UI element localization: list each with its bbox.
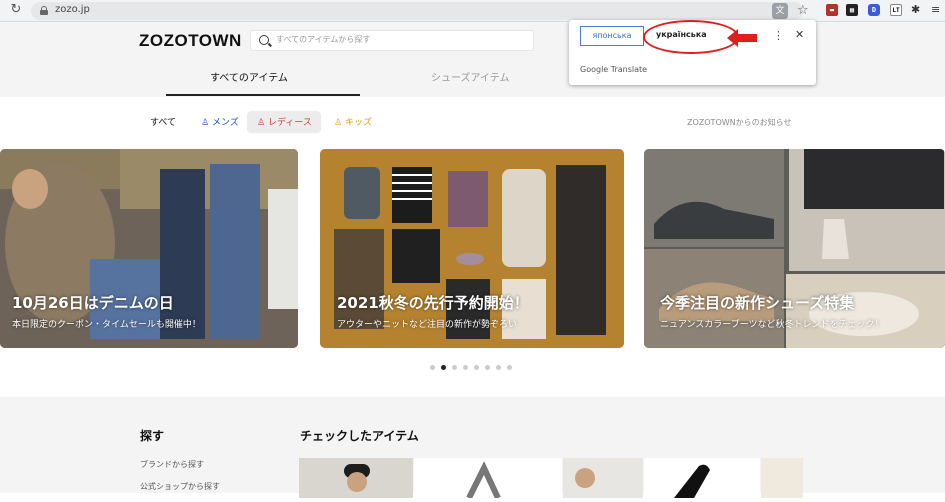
kids-icon: ♙ bbox=[334, 118, 345, 128]
carousel-dot[interactable] bbox=[463, 365, 468, 370]
active-tab-underline bbox=[166, 94, 360, 96]
category-men[interactable]: ♙ メンズ bbox=[201, 115, 239, 128]
banner-preorder[interactable]: 2021秋冬の先行予約開始！ アウターやニットなど注目の新作が勢ぞろい bbox=[320, 149, 624, 348]
lock-icon[interactable] bbox=[40, 6, 48, 15]
annotation-ellipse bbox=[643, 20, 739, 54]
source-language-button[interactable]: японська bbox=[580, 26, 644, 46]
translate-icon[interactable]: 文 bbox=[772, 3, 788, 19]
checked-item-thumb[interactable] bbox=[414, 458, 562, 500]
kebab-icon[interactable]: ⋮ bbox=[773, 29, 784, 42]
category-all[interactable]: すべて bbox=[150, 115, 176, 128]
d-extension-icon[interactable]: D bbox=[868, 4, 880, 16]
url-text[interactable]: zozo.jp bbox=[55, 4, 90, 15]
item-photo bbox=[674, 464, 710, 498]
box-extension-icon[interactable]: ▦ bbox=[846, 4, 858, 16]
address-bar[interactable]: zozo.jp 文 ☆ bbox=[31, 2, 809, 20]
checked-item-thumb[interactable] bbox=[644, 458, 760, 498]
carousel-dot[interactable] bbox=[452, 365, 457, 370]
tab-all-items[interactable]: すべてのアイテム bbox=[210, 69, 288, 84]
find-heading: 探す bbox=[140, 429, 165, 443]
official-shop-link[interactable]: 公式ショップから探す bbox=[140, 481, 220, 492]
item-photo bbox=[575, 468, 595, 488]
banner-denim-day[interactable]: 10月26日はデニムの日 本日限定のクーポン・タイムセールも開催中！ bbox=[0, 149, 298, 348]
category-kids-label: キッズ bbox=[344, 118, 372, 128]
banner-subtitle: ニュアンスカラーブーツなど秋冬トレンドをチェック！ bbox=[660, 320, 884, 330]
brand-search-link[interactable]: ブランドから探す bbox=[140, 459, 204, 470]
banner-title: 今季注目の新作シューズ特集 bbox=[660, 294, 855, 312]
browser-toolbar: ↻ zozo.jp 文 ☆ ▬ ▦ D LT ✱ ≡ bbox=[0, 0, 945, 22]
banner-subtitle: 本日限定のクーポン・タイムセールも開催中！ bbox=[12, 320, 201, 330]
category-women[interactable]: ♙ レディース bbox=[247, 111, 321, 133]
search-icon bbox=[259, 35, 269, 45]
carousel-dot[interactable] bbox=[474, 365, 479, 370]
notice-link[interactable]: ZOZOTOWNからのお知らせ bbox=[687, 117, 791, 128]
women-icon: ♙ bbox=[257, 118, 268, 128]
checked-item-thumb[interactable] bbox=[761, 458, 803, 498]
checked-item-thumb[interactable] bbox=[299, 458, 413, 498]
category-women-label: レディース bbox=[267, 118, 312, 128]
close-icon[interactable]: ✕ bbox=[795, 28, 804, 41]
queue-icon[interactable]: ≡ bbox=[931, 3, 940, 16]
star-icon[interactable]: ☆ bbox=[797, 3, 809, 19]
carousel-dot-active[interactable] bbox=[441, 365, 446, 370]
banner-subtitle: アウターやニットなど注目の新作が勢ぞろい bbox=[337, 320, 518, 330]
checked-items-heading: チェックしたアイテム bbox=[300, 429, 419, 443]
search-input[interactable]: すべてのアイテムから探す bbox=[250, 30, 534, 51]
banner-title: 10月26日はデニムの日 bbox=[12, 294, 174, 312]
item-photo bbox=[344, 464, 370, 492]
lt-extension-icon[interactable]: LT bbox=[890, 4, 902, 16]
item-photo bbox=[466, 461, 501, 500]
banner-title: 2021秋冬の先行予約開始！ bbox=[337, 294, 529, 312]
lower-section: 探す ブランドから探す 公式ショップから探す チェックしたアイテム bbox=[0, 397, 945, 500]
google-translate-label: Google Translate bbox=[580, 65, 648, 74]
checked-item-thumb[interactable] bbox=[563, 458, 643, 498]
category-kids[interactable]: ♙ キッズ bbox=[334, 115, 372, 128]
carousel-dot[interactable] bbox=[485, 365, 490, 370]
tab-shoes-items[interactable]: シューズアイテム bbox=[431, 69, 510, 84]
zozotown-logo[interactable]: ZOZOTOWN bbox=[139, 31, 242, 51]
red-extension-icon[interactable]: ▬ bbox=[826, 4, 838, 16]
annotation-arrow-icon bbox=[727, 29, 757, 47]
puzzle-icon[interactable]: ✱ bbox=[911, 3, 920, 16]
category-men-label: メンズ bbox=[211, 118, 239, 128]
carousel-dot[interactable] bbox=[496, 365, 501, 370]
reload-icon[interactable]: ↻ bbox=[8, 2, 24, 18]
search-placeholder: すべてのアイテムから探す bbox=[276, 35, 371, 44]
men-icon: ♙ bbox=[201, 118, 212, 128]
category-filter: すべて ♙ メンズ ♙ レディース ♙ キッズ ZOZOTOWNからのお知らせ bbox=[0, 111, 945, 133]
carousel-dot[interactable] bbox=[507, 365, 512, 370]
carousel-dot[interactable] bbox=[430, 365, 435, 370]
banner-shoes[interactable]: 今季注目の新作シューズ特集 ニュアンスカラーブーツなど秋冬トレンドをチェック！ bbox=[644, 149, 945, 348]
